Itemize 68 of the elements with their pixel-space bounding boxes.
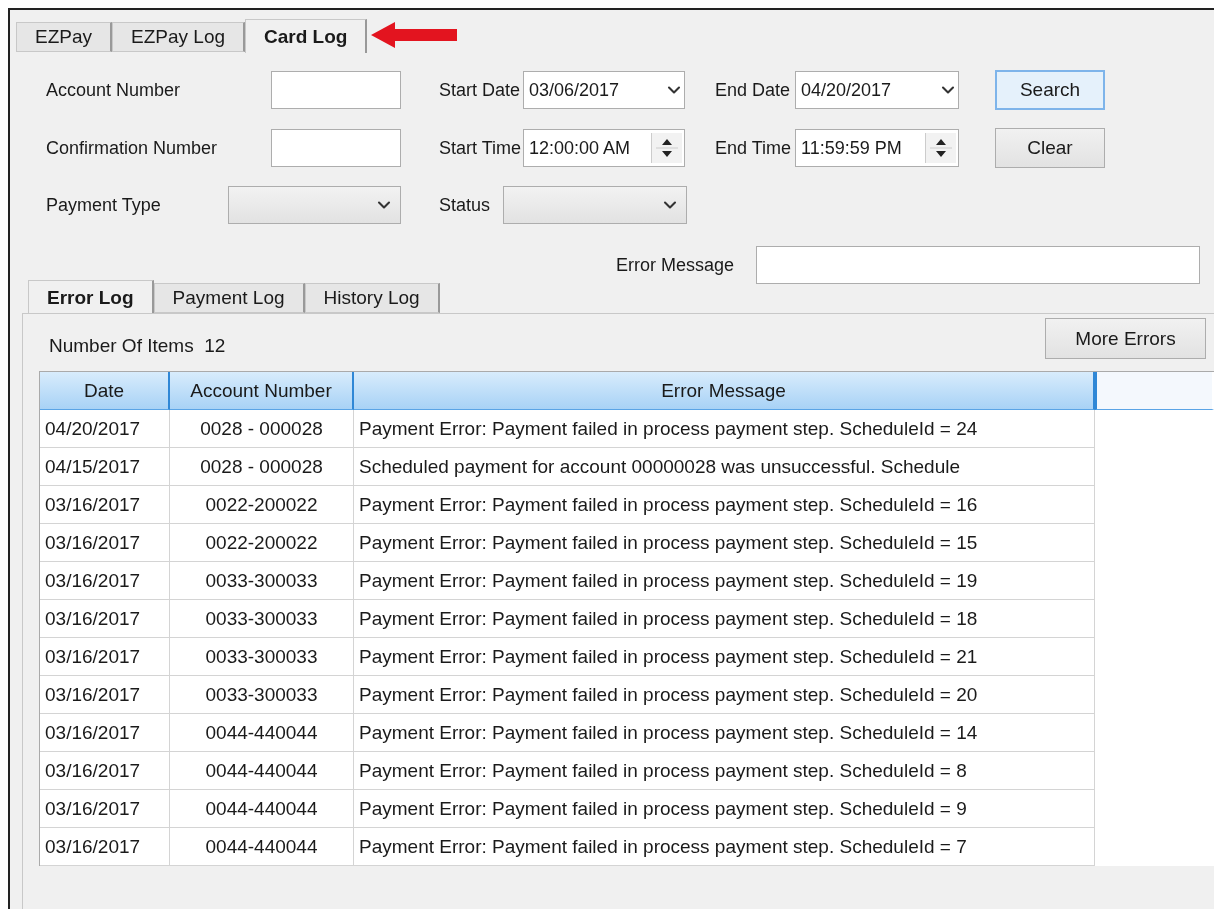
table-cell: 04/15/2017 [40,448,170,486]
table-cell: 0044-440044 [170,752,354,790]
field-label: Confirmation Number [46,137,218,159]
table-cell: Payment Error: Payment failed in process payment step. ScheduleId = 7 [354,828,1095,866]
field-label: Payment Type [46,194,161,216]
date-picker[interactable]: 04/20/2017 [795,71,959,109]
table-cell: Payment Error: Payment failed in process payment step. ScheduleId = 9 [354,790,1095,828]
table-cell: 0022-200022 [170,486,354,524]
field-label: End Time [715,137,792,159]
tab[interactable]: EZPay Log [112,22,246,52]
tab[interactable]: Error Log [28,280,154,314]
table-cell: Payment Error: Payment failed in process payment step. ScheduleId = 8 [354,752,1095,790]
table-cell: Payment Error: Payment failed in process payment step. ScheduleId = 18 [354,600,1095,638]
table-cell: 0028 - 000028 [170,410,354,448]
table-cell: 04/20/2017 [40,410,170,448]
table-cell: 0033-300033 [170,600,354,638]
table-cell: 03/16/2017 [40,486,170,524]
field-label: Error Message [615,254,734,276]
table-cell: Payment Error: Payment failed in process payment step. ScheduleId = 15 [354,524,1095,562]
tab[interactable]: Payment Log [153,283,305,313]
field-label: Status [439,194,491,216]
text-field[interactable] [271,71,401,109]
spinner-icon[interactable] [925,133,956,163]
table-cell: 0044-440044 [170,828,354,866]
table-cell: Payment Error: Payment failed in process payment step. ScheduleId = 21 [354,638,1095,676]
tab[interactable]: Card Log [245,19,368,53]
clear-button[interactable]: Clear [995,128,1105,168]
spinner-icon[interactable] [651,133,682,163]
table-cell: Payment Error: Payment failed in process payment step. ScheduleId = 24 [354,410,1095,448]
pointer-arrow-icon [371,22,458,48]
search-button[interactable]: Search [995,70,1105,110]
table-cell: Scheduled payment for account 00000028 was unsuccessful. Schedule [354,448,1095,486]
table-cell: 03/16/2017 [40,828,170,866]
more-errors-button[interactable]: More Errors [1045,318,1206,359]
table-cell: 0022-200022 [170,524,354,562]
table-cell: 03/16/2017 [40,752,170,790]
text-field[interactable] [271,129,401,167]
time-picker[interactable]: 12:00:00 AM [523,129,685,167]
item-count: Number Of Items 12 [49,334,226,357]
table-cell: 0044-440044 [170,790,354,828]
table-cell: 0033-300033 [170,676,354,714]
table-cell: 0028 - 000028 [170,448,354,486]
text-field[interactable] [756,246,1200,284]
tab[interactable]: History Log [304,283,440,313]
time-picker[interactable]: 11:59:59 PM [795,129,959,167]
column-header[interactable]: Error Message [354,372,1095,410]
table-cell: 03/16/2017 [40,790,170,828]
table-cell: Payment Error: Payment failed in process payment step. ScheduleId = 19 [354,562,1095,600]
field-label: Account Number [46,79,181,101]
table-cell: 03/16/2017 [40,524,170,562]
table-cell: 0044-440044 [170,714,354,752]
column-header[interactable]: Account Number [170,372,354,410]
field-label: Start Time [439,137,522,159]
table-cell: 03/16/2017 [40,714,170,752]
table-cell: Payment Error: Payment failed in process payment step. ScheduleId = 20 [354,676,1095,714]
table-cell: 03/16/2017 [40,676,170,714]
table-cell: Payment Error: Payment failed in process payment step. ScheduleId = 16 [354,486,1095,524]
table-cell: 0033-300033 [170,638,354,676]
table-cell: 0033-300033 [170,562,354,600]
column-header[interactable]: Date [40,372,170,410]
table-cell: 03/16/2017 [40,600,170,638]
table-cell: Payment Error: Payment failed in process payment step. ScheduleId = 14 [354,714,1095,752]
date-picker[interactable]: 03/06/2017 [523,71,685,109]
table-cell: 03/16/2017 [40,638,170,676]
table-cell: 03/16/2017 [40,562,170,600]
field-label: Start Date [439,79,521,101]
tab[interactable]: EZPay [16,22,113,52]
field-label: End Date [715,79,791,101]
